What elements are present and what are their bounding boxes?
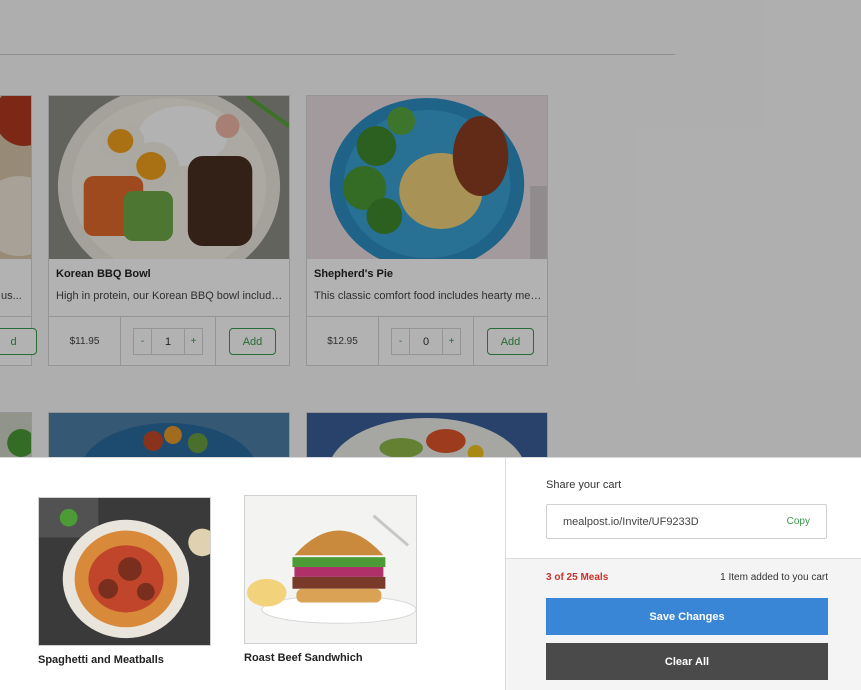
meal-count: 3 of 25 Meals xyxy=(546,572,609,583)
burger-image xyxy=(244,495,417,644)
spaghetti-plate-image xyxy=(38,497,211,646)
copy-button[interactable]: Copy xyxy=(787,516,810,527)
cart-item-spaghetti[interactable]: Spaghetti and Meatballs xyxy=(38,497,211,666)
cart-drawer: Spaghetti and Meatballs Roast Beef Sandw… xyxy=(0,457,861,690)
share-url[interactable]: mealpost.io/Invite/UF9233D xyxy=(563,516,699,528)
cart-summary: 3 of 25 Meals 1 Item added to you cart S… xyxy=(506,558,861,690)
added-note: 1 Item added to you cart xyxy=(720,572,828,583)
cart-sidebar: Share your cart mealpost.io/Invite/UF923… xyxy=(505,458,861,690)
cart-item-roast-beef[interactable]: Roast Beef Sandwhich xyxy=(244,495,417,664)
screen: us... d Korean BBQ Bowl High in protein,… xyxy=(0,0,861,690)
save-changes-button[interactable]: Save Changes xyxy=(546,598,828,635)
clear-all-button[interactable]: Clear All xyxy=(546,643,828,680)
cart-item-name: Spaghetti and Meatballs xyxy=(38,654,164,666)
cart-item-name: Roast Beef Sandwhich xyxy=(244,652,363,664)
share-link-field[interactable]: mealpost.io/Invite/UF9233D Copy xyxy=(546,504,827,539)
share-cart-label: Share your cart xyxy=(546,479,622,491)
